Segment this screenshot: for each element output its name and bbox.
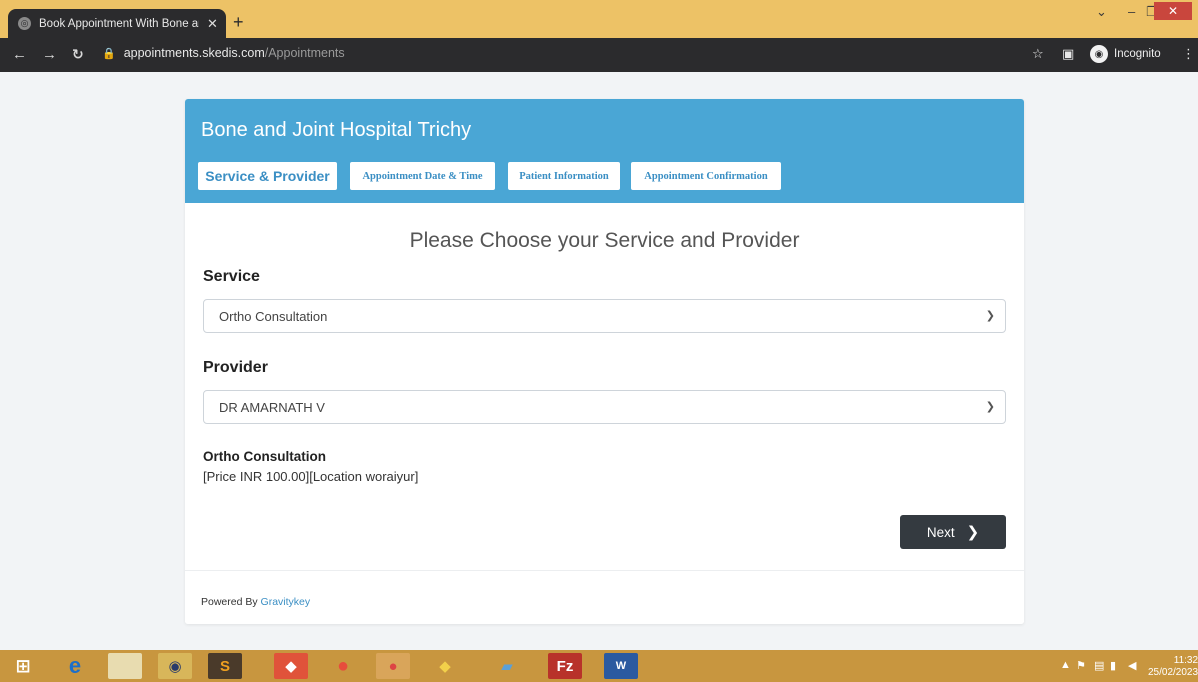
side-panel-icon[interactable]: ▣ xyxy=(1062,46,1074,62)
forward-icon[interactable]: → xyxy=(42,46,57,63)
incognito-label: Incognito xyxy=(1114,48,1161,60)
tray-signal-icon[interactable]: ▮ xyxy=(1110,659,1116,672)
browser-tab[interactable]: ◎ Book Appointment With Bone and Joint H… xyxy=(8,9,226,38)
globe-icon: ◎ xyxy=(18,17,31,30)
step-date-time[interactable]: Appointment Date & Time xyxy=(350,162,495,190)
next-button[interactable]: Next ❯ xyxy=(900,515,1006,549)
reload-icon[interactable]: ↻ xyxy=(72,46,84,63)
git-icon[interactable]: ◆ xyxy=(274,653,308,679)
browser-title-bar: ◎ Book Appointment With Bone and Joint H… xyxy=(0,0,1198,38)
sticky-notes-icon[interactable]: ◆ xyxy=(428,653,462,679)
media-player-icon[interactable]: ◉ xyxy=(158,653,192,679)
chrome-icon[interactable]: ● xyxy=(326,653,360,679)
booking-card: Bone and Joint Hospital Trichy Service &… xyxy=(185,99,1024,624)
lock-icon: 🔒 xyxy=(102,48,116,60)
tab-search-icon[interactable]: ⌄ xyxy=(1096,4,1107,20)
windows-start-icon[interactable]: ⊞ xyxy=(6,653,40,679)
tray-volume-icon[interactable]: ◀ xyxy=(1128,659,1136,672)
system-clock[interactable]: 11:32 25/02/2023 xyxy=(1148,655,1198,679)
incognito-indicator[interactable]: ◉ Incognito xyxy=(1090,45,1161,63)
browser-toolbar: ← → ↻ 🔒 appointments.skedis.com/Appointme… xyxy=(0,38,1198,72)
minimize-button[interactable]: – xyxy=(1128,4,1135,19)
filezilla-icon[interactable]: Fz xyxy=(548,653,582,679)
service-label: Service xyxy=(203,268,260,285)
footer-prefix: Powered By xyxy=(201,596,258,608)
provider-value: DR AMARNATH V xyxy=(219,399,325,415)
back-icon[interactable]: ← xyxy=(12,46,27,63)
incognito-icon: ◉ xyxy=(1090,45,1108,63)
summary-detail: [Price INR 100.00][Location woraiyur] xyxy=(203,469,419,484)
provider-select[interactable]: DR AMARNATH V ❯ xyxy=(203,390,1006,424)
close-tab-icon[interactable]: ✕ xyxy=(207,16,218,32)
service-value: Ortho Consultation xyxy=(219,308,328,324)
service-select[interactable]: Ortho Consultation ❯ xyxy=(203,299,1006,333)
step-confirmation[interactable]: Appointment Confirmation xyxy=(631,162,781,190)
menu-icon[interactable]: ⋮ xyxy=(1182,46,1195,62)
taskbar: ⊞ e ◉ S ◆ ● ● ◆ ▰ Fz W ▲ ⚑ ▤ ▮ ◀ 11:32 2… xyxy=(0,650,1198,682)
hospital-name: Bone and Joint Hospital Trichy xyxy=(201,119,472,141)
tray-arrow-icon[interactable]: ▲ xyxy=(1060,659,1071,671)
powered-by: Powered By Gravitykey xyxy=(201,596,310,608)
provider-label: Provider xyxy=(203,359,268,376)
url-domain: appointments.skedis.com xyxy=(123,46,265,60)
new-tab-button[interactable]: + xyxy=(233,12,244,33)
sublime-text-icon[interactable]: S xyxy=(208,653,242,679)
card-header: Bone and Joint Hospital Trichy Service &… xyxy=(185,99,1024,203)
chevron-down-icon: ❯ xyxy=(985,310,995,322)
clock-date: 25/02/2023 xyxy=(1148,667,1198,678)
notepad-icon[interactable]: ▰ xyxy=(490,653,524,679)
file-explorer-icon[interactable] xyxy=(108,653,142,679)
clock-time: 11:32 xyxy=(1173,655,1198,666)
page-heading: Please Choose your Service and Provider xyxy=(409,229,800,252)
chevron-right-icon: ❯ xyxy=(966,524,980,541)
tab-title: Book Appointment With Bone and Joint Hos… xyxy=(39,17,199,30)
address-bar[interactable]: 🔒 appointments.skedis.com/Appointments xyxy=(102,46,345,60)
summary-title: Ortho Consultation xyxy=(203,449,326,464)
internet-explorer-icon[interactable]: e xyxy=(58,653,92,679)
word-icon[interactable]: W xyxy=(604,653,638,679)
bookmark-star-icon[interactable]: ☆ xyxy=(1032,46,1044,62)
url-path: /Appointments xyxy=(264,46,345,60)
next-label: Next xyxy=(926,524,955,540)
tray-network-icon[interactable]: ▤ xyxy=(1094,659,1104,672)
card-footer: Powered By Gravitykey xyxy=(185,570,1024,624)
close-window-button[interactable]: ✕ xyxy=(1154,2,1192,20)
chevron-down-icon: ❯ xyxy=(985,401,995,413)
step-patient-info[interactable]: Patient Information xyxy=(508,162,620,190)
chrome-incognito-icon[interactable]: ● xyxy=(376,653,410,679)
step-service-provider[interactable]: Service & Provider xyxy=(198,162,337,190)
gravitykey-link[interactable]: Gravitykey xyxy=(261,596,311,608)
tray-flag-icon[interactable]: ⚑ xyxy=(1076,659,1086,672)
